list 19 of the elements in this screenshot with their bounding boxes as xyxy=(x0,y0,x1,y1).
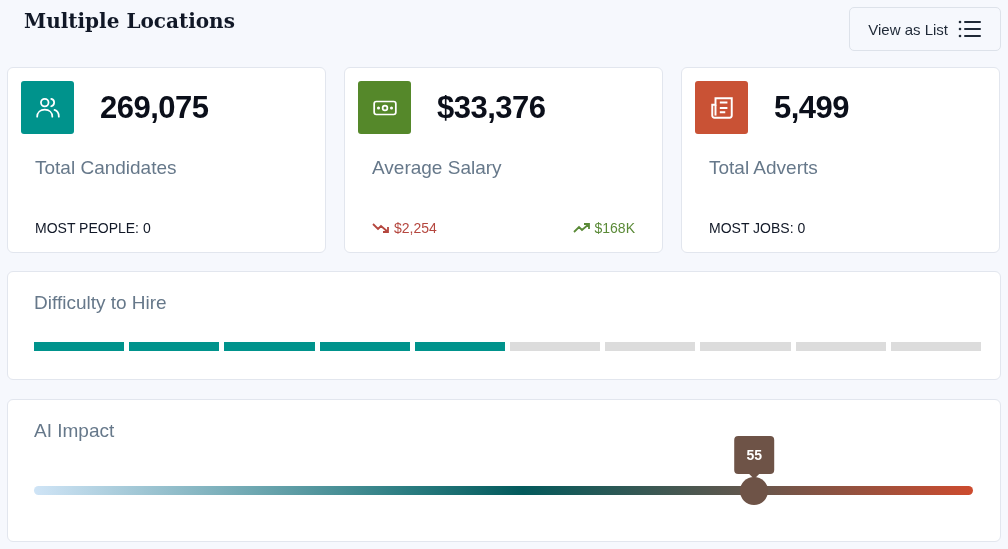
newspaper-icon xyxy=(708,94,735,121)
stat-label: Average Salary xyxy=(371,157,503,179)
stat-label: Total Candidates xyxy=(34,157,178,179)
stat-footer-text: MOST PEOPLE: 0 xyxy=(35,220,151,236)
stat-label: Total Adverts xyxy=(708,157,819,179)
stat-footer-text: $168K xyxy=(594,220,635,236)
difficulty-title: Difficulty to Hire xyxy=(33,292,167,313)
stat-footer-text: MOST JOBS: 0 xyxy=(709,220,806,236)
page-title: Multiple Locations xyxy=(23,8,235,33)
stat-value: 5,499 xyxy=(774,89,850,126)
ai-impact-title: AI Impact xyxy=(33,420,115,441)
list-icon xyxy=(958,20,982,38)
stat-footer-text: $2,254 xyxy=(394,220,437,236)
stat-value: 269,075 xyxy=(100,89,209,126)
trend-down-icon xyxy=(372,222,390,234)
view-as-list-button[interactable]: View as List xyxy=(849,7,1001,51)
trend-up-icon xyxy=(572,222,591,234)
slider-thumb[interactable] xyxy=(740,476,769,505)
stat-value: $33,376 xyxy=(437,89,546,126)
